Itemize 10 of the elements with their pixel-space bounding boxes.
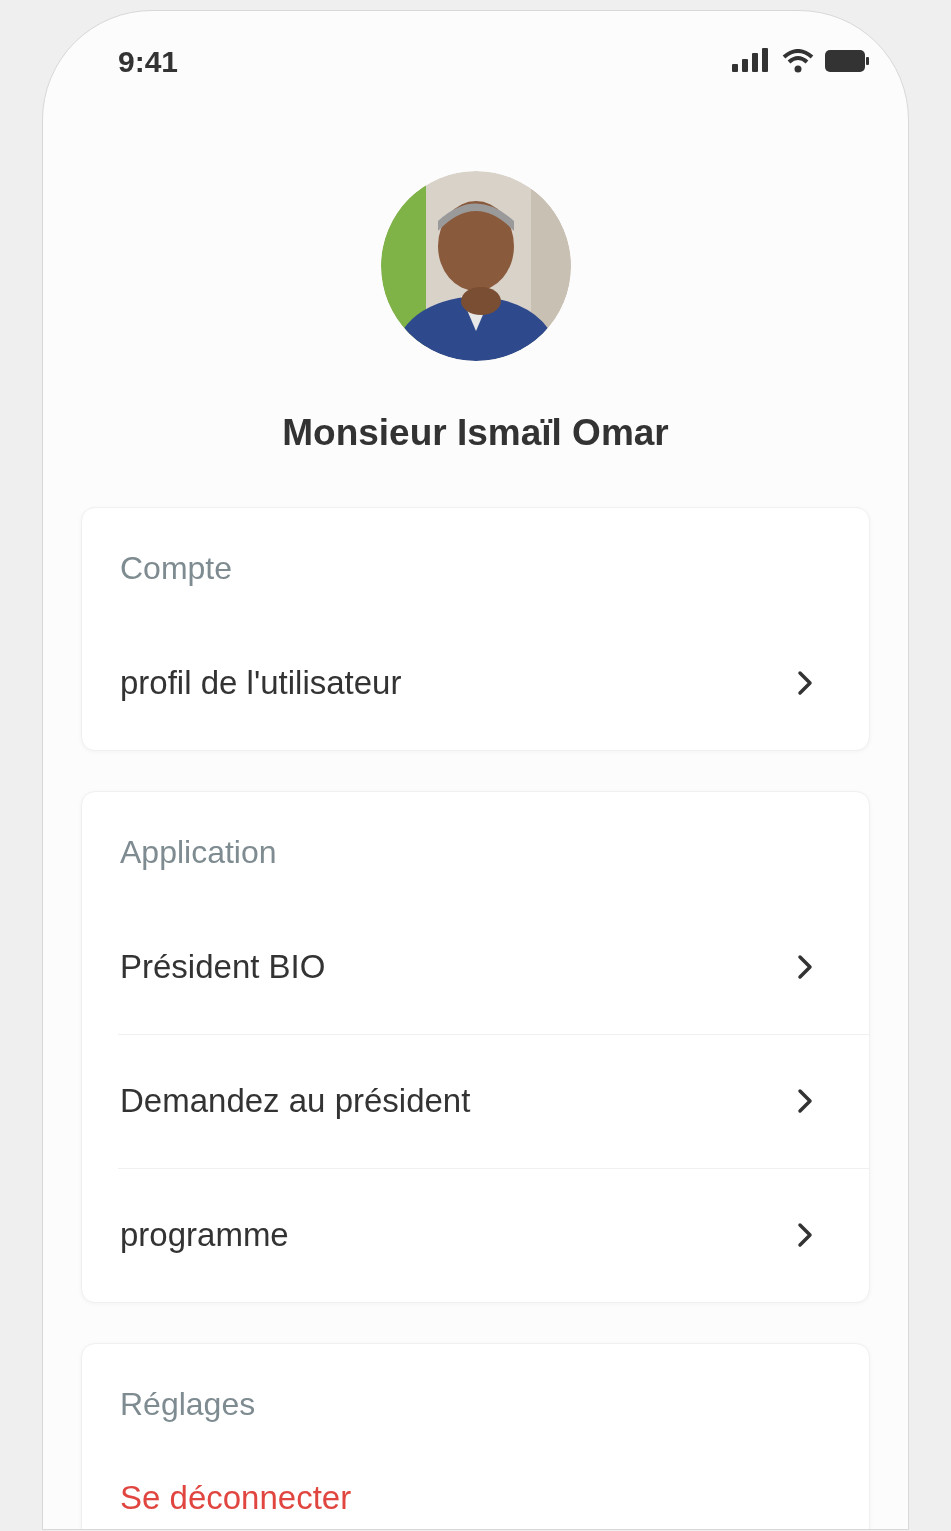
user-name: Monsieur Ismaïl Omar <box>282 411 669 455</box>
menu-item[interactable]: programme <box>118 1215 869 1255</box>
menu-item[interactable]: Président BIO <box>118 946 869 987</box>
menu-item[interactable]: Demandez au président <box>118 1081 869 1121</box>
section-title: Réglages <box>120 1384 256 1424</box>
section-title: Application <box>120 832 277 872</box>
menu-item[interactable]: profil de l'utilisateur <box>118 662 869 703</box>
logout-link[interactable]: Se déconnecter <box>118 1477 869 1518</box>
status-time: 9:41 <box>118 43 179 80</box>
section-title: Compte <box>120 548 233 588</box>
